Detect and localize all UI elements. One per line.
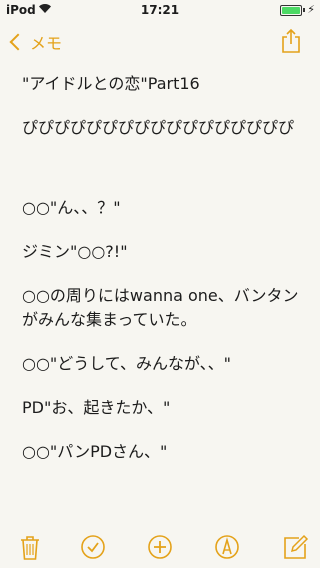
markup-button[interactable] <box>212 532 242 562</box>
battery-icon <box>280 5 302 16</box>
compose-button[interactable] <box>280 532 310 562</box>
note-title: "アイドルとの恋"Part16 <box>22 74 200 93</box>
status-bar: iPod 17:21 ⚡ <box>0 0 320 20</box>
share-icon <box>282 28 300 53</box>
trash-icon <box>21 536 39 560</box>
battery-tip <box>303 8 305 12</box>
checkmark-circle-icon <box>81 535 105 559</box>
note-body[interactable]: "アイドルとの恋"Part16 ぴぴぴぴぴぴぴぴぴぴぴぴぴぴぴぴぴ ○○"ん、、… <box>22 72 302 464</box>
note-line: ○○"パンPDさん、" <box>22 442 168 461</box>
note-line: ジミン"○○?!" <box>22 242 128 261</box>
navigation-bar: メモ <box>0 20 320 64</box>
back-button-label: メモ <box>30 34 63 53</box>
plus-circle-icon <box>148 535 172 559</box>
pen-markup-icon <box>215 535 239 559</box>
note-line: ○○"どうして、みんなが、、" <box>22 354 232 373</box>
charging-icon: ⚡ <box>307 3 315 16</box>
note-line: ぴぴぴぴぴぴぴぴぴぴぴぴぴぴぴぴぴ <box>22 118 295 137</box>
note-line: ○○の周りにはwanna one、バンタンがみんな集まっていた。 <box>22 286 299 329</box>
back-button[interactable]: メモ <box>8 30 62 54</box>
status-time: 17:21 <box>140 3 180 17</box>
note-line: PD"お、起きたか、" <box>22 398 171 417</box>
add-button[interactable] <box>145 532 175 562</box>
compose-icon <box>284 534 309 559</box>
checklist-button[interactable] <box>78 532 108 562</box>
chevron-left-icon <box>9 33 27 51</box>
delete-button[interactable] <box>15 532 45 562</box>
note-line: ○○"ん、、？" <box>22 198 121 217</box>
share-button[interactable] <box>280 28 302 54</box>
bottom-toolbar <box>0 524 320 568</box>
